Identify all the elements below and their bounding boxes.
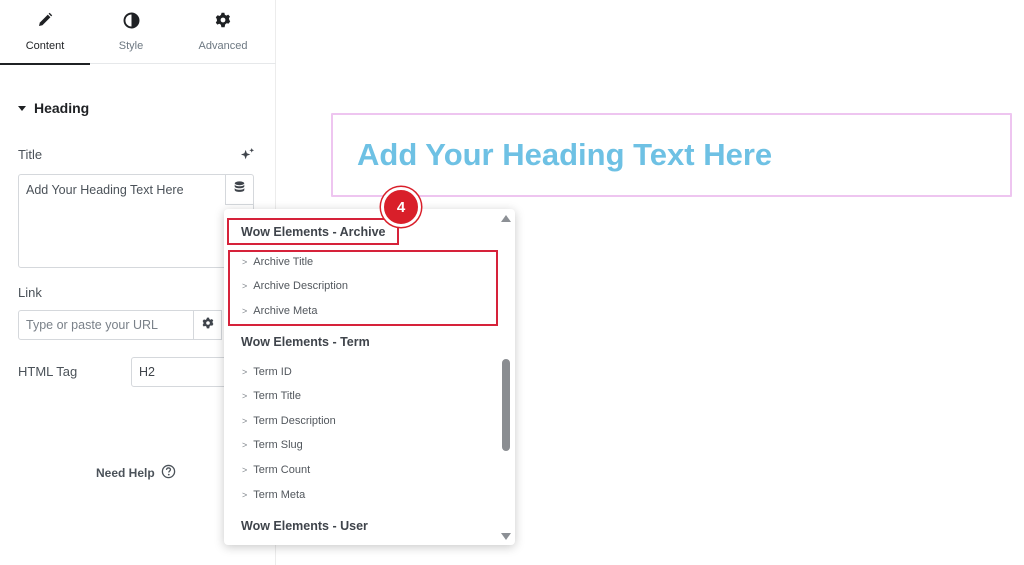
scroll-down-arrow-icon[interactable] <box>501 533 511 540</box>
dropdown-item-term-description[interactable]: > Term Description <box>242 415 336 427</box>
chevron-right-icon: > <box>242 465 248 475</box>
step-badge: 4 <box>381 187 421 227</box>
html-tag-label: HTML Tag <box>18 364 78 379</box>
caret-down-icon <box>18 105 26 111</box>
heading-widget[interactable]: Add Your Heading Text Here <box>331 113 1012 197</box>
panel-tabs: Content Style Advanced <box>0 0 276 65</box>
group-user-title: Wow Elements - User <box>241 519 368 533</box>
database-icon <box>234 180 245 199</box>
link-url-input[interactable]: Type or paste your URL <box>18 310 194 340</box>
sparkle-ai-icon[interactable] <box>240 147 256 163</box>
canvas-heading: Add Your Heading Text Here <box>357 137 773 172</box>
tab-style[interactable]: Style <box>86 0 176 64</box>
dropdown-item-term-meta[interactable]: > Term Meta <box>242 489 305 501</box>
link-options-button[interactable] <box>193 310 222 340</box>
title-label: Title <box>18 147 43 162</box>
tab-advanced[interactable]: Advanced <box>178 0 268 64</box>
item-label: Term Meta <box>253 489 306 501</box>
tab-advanced-label: Advanced <box>198 40 248 52</box>
title-text-value: Add Your Heading Text Here <box>26 183 184 197</box>
highlight-archive-items <box>228 250 498 326</box>
item-label: Term Count <box>253 464 311 476</box>
question-circle-icon <box>161 464 176 482</box>
link-label: Link <box>18 285 42 300</box>
tab-style-label: Style <box>118 40 144 52</box>
item-label: Term Description <box>253 415 336 427</box>
tab-content-label: Content <box>25 40 65 52</box>
chevron-right-icon: > <box>242 391 248 401</box>
chevron-right-icon: > <box>242 490 248 500</box>
dynamic-tags-button[interactable] <box>225 175 253 205</box>
scrollbar-thumb[interactable] <box>502 359 510 451</box>
scroll-up-arrow-icon[interactable] <box>501 215 511 222</box>
item-label: Term Slug <box>253 439 303 451</box>
title-textarea[interactable]: Add Your Heading Text Here <box>18 174 254 268</box>
chevron-right-icon: > <box>242 367 248 377</box>
section-title: Heading <box>34 100 90 116</box>
item-label: Term Title <box>253 390 301 402</box>
tab-content[interactable]: Content <box>0 0 90 65</box>
gear-icon <box>178 12 268 32</box>
dropdown-item-term-count[interactable]: > Term Count <box>242 464 310 476</box>
highlight-archive-group <box>227 218 399 245</box>
chevron-right-icon: > <box>242 440 248 450</box>
link-url-placeholder: Type or paste your URL <box>26 318 159 332</box>
need-help-link[interactable]: Need Help <box>96 464 176 482</box>
group-term-title: Wow Elements - Term <box>241 335 370 349</box>
item-label: Term ID <box>253 366 292 378</box>
chevron-right-icon: > <box>242 416 248 426</box>
dropdown-item-term-title[interactable]: > Term Title <box>242 390 301 402</box>
half-circle-icon <box>86 12 176 32</box>
dropdown-item-term-slug[interactable]: > Term Slug <box>242 439 303 451</box>
html-tag-value: H2 <box>139 365 155 379</box>
pencil-icon <box>0 12 90 32</box>
dropdown-item-term-id[interactable]: > Term ID <box>242 366 292 378</box>
section-heading-toggle[interactable]: Heading <box>18 100 89 116</box>
gear-icon <box>202 316 214 334</box>
need-help-label: Need Help <box>96 466 155 480</box>
step-number: 4 <box>396 198 406 216</box>
